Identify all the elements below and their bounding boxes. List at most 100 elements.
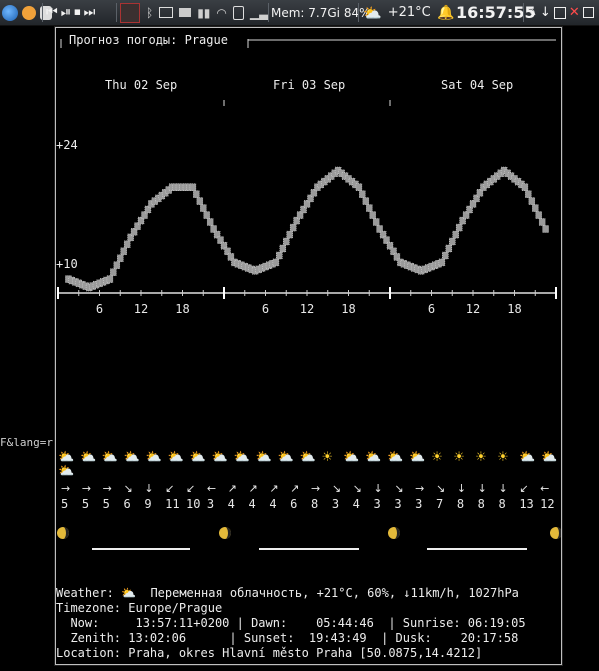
chart-point [113,261,121,269]
search-icon[interactable] [22,5,36,20]
partly-cloudy-icon: ⛅ [58,450,75,465]
wind-speed: 6 [123,497,131,511]
memory-text: Mem: 7.7Gi 84% [271,5,371,20]
chart-point [445,244,453,253]
media-playpause-icon[interactable]: ⏯ [61,5,71,20]
sun-icon: ☀ [475,450,487,465]
chart-point [538,218,546,226]
sun-icon: ☀ [431,450,443,465]
wind-speed: 4 [352,497,360,511]
volume-icon[interactable]: ▮▮ [197,6,210,20]
partly-cloudy-icon: ⛅ [101,450,119,465]
chart-point [521,183,529,191]
window-buttons: ✎ ↓ ✕ [526,0,594,25]
chart-point [528,197,536,205]
hour-tick-label: 6 [262,302,269,316]
wind-speed: 3 [415,497,423,511]
minimize-icon[interactable]: ↓ [540,5,551,20]
memory-indicator[interactable]: Mem: 7.7Gi 84% [271,0,371,25]
pin-icon[interactable]: ✎ [526,5,537,20]
hour-tick-label: 12 [134,302,148,316]
partly-cloudy-icon: ⛅ [519,450,536,465]
chart-point [535,211,542,219]
wind-direction-icon: ↘ [331,482,342,495]
wind-direction-icon: → [61,482,71,495]
media-next-icon[interactable]: ⏭ [84,5,96,20]
wind-direction-icon: ↓ [373,482,383,495]
wind-speed: 3 [373,497,381,511]
chart-point [106,275,114,283]
chart-point [276,251,283,260]
wind-direction-icon: ↓ [456,482,467,495]
moon-row [57,527,561,550]
wind-speed: 10 [186,497,201,511]
restore-icon[interactable] [582,7,594,18]
zenith-sunset-dusk-line: Zenith: 13:02:06 | Sunset: 19:43:49 | Du… [56,631,519,645]
chart-point [525,190,532,198]
sun-icon: ☀ [453,450,465,465]
partly-cloudy-icon: ⛅ [167,450,184,465]
chart-point [452,230,459,239]
partly-cloudy-icon: ⛅ [233,450,250,465]
sun-icon: ☀ [321,450,334,465]
bell-icon: 🔔 [437,4,455,21]
wifi-icon[interactable]: ◠ [216,6,226,20]
wind-speed: 3 [206,497,215,511]
hour-tick-label: 12 [466,302,480,316]
chart-point [193,190,200,198]
chart-point [196,197,204,205]
partly-cloudy-icon: ⛅ [58,464,75,479]
chart-point [279,244,287,253]
wind-row: → 5 → 5 → 5 ↘ 6 ↓ 9 ↙ 11 ↙ 10 ← 3 ↗ 4 ↗ 4 ↗ 4 ↗ 6 → 8 ↘ 3 ↘ 4 ↓ 3 ↘ 3 → 3 ↘ 7… [56,482,561,514]
partly-cloudy-icon: ⛅ [365,450,382,465]
current-weather-line: Weather: ⛅ Переменная облачность, +21°C,… [56,586,519,600]
partly-cloudy-icon: ⛅ [409,450,426,465]
weather-widget[interactable]: ⛅ +21°C [363,0,431,25]
wind-direction-icon: ↘ [436,482,446,495]
mail-icon[interactable] [159,7,174,18]
bluetooth-icon[interactable]: ᛒ [146,6,153,20]
hour-tick-label: 12 [300,302,314,316]
wind-direction-icon: ↓ [144,482,154,495]
moon-phase-icon [550,527,561,539]
partly-cloudy-icon: ⛅ [211,450,228,465]
wind-speed: 8 [498,497,506,511]
signal-icon[interactable]: ▁▃ [250,6,268,20]
wind-speed: 6 [290,497,298,511]
moon-phase-icon [57,527,69,539]
wind-speed: 5 [61,497,69,511]
chart-point [272,258,280,267]
partly-cloudy-icon: ⛅ [79,450,97,465]
tablet-icon[interactable] [232,5,244,20]
hour-tick-label: 18 [175,302,189,316]
sun-icon: ☀ [497,450,509,465]
partly-cloudy-icon: ⛅ [123,450,141,465]
media-prev-icon[interactable]: ⏮ [46,5,58,20]
media-controls: ⏮ ⏯ ⏹ ⏭ [46,0,95,25]
hour-tick-label: 18 [341,302,355,316]
wind-direction-icon: ↓ [477,482,487,495]
notification-bell[interactable]: 🔔 [437,0,454,25]
wind-direction-icon: ↗ [227,482,237,495]
popup-title: Прогноз погоды: Prague [69,33,228,47]
wind-direction-icon: ↓ [498,482,508,495]
media-stop-icon[interactable]: ⏹ [74,5,81,20]
wind-direction-icon: ↗ [269,482,279,495]
wind-speed: 3 [394,497,402,511]
wind-direction-icon: ↙ [165,482,175,495]
chart-point [366,204,373,212]
timezone-line: Timezone: Europe/Prague [56,601,223,615]
tools-icon[interactable] [120,2,140,23]
app-launcher-icon[interactable] [2,4,18,21]
chart-point [362,197,370,205]
temperature-chart: 6 12 18 6 12 18 6 12 18 [57,100,557,316]
wind-speed: 8 [456,497,465,511]
partly-cloudy-icon: ⛅ [189,450,206,465]
temperature-text: +21°C [387,5,431,20]
drive-icon[interactable] [179,8,192,17]
close-icon[interactable]: ✕ [569,5,580,20]
chart-point [289,223,297,232]
cloud-sun-icon: ⛅ [363,3,382,22]
now-dawn-sunrise-line: Now: 13:57:11+0200 | Dawn: 05:44:46 | Su… [56,616,526,630]
maximize-icon[interactable] [553,6,566,19]
